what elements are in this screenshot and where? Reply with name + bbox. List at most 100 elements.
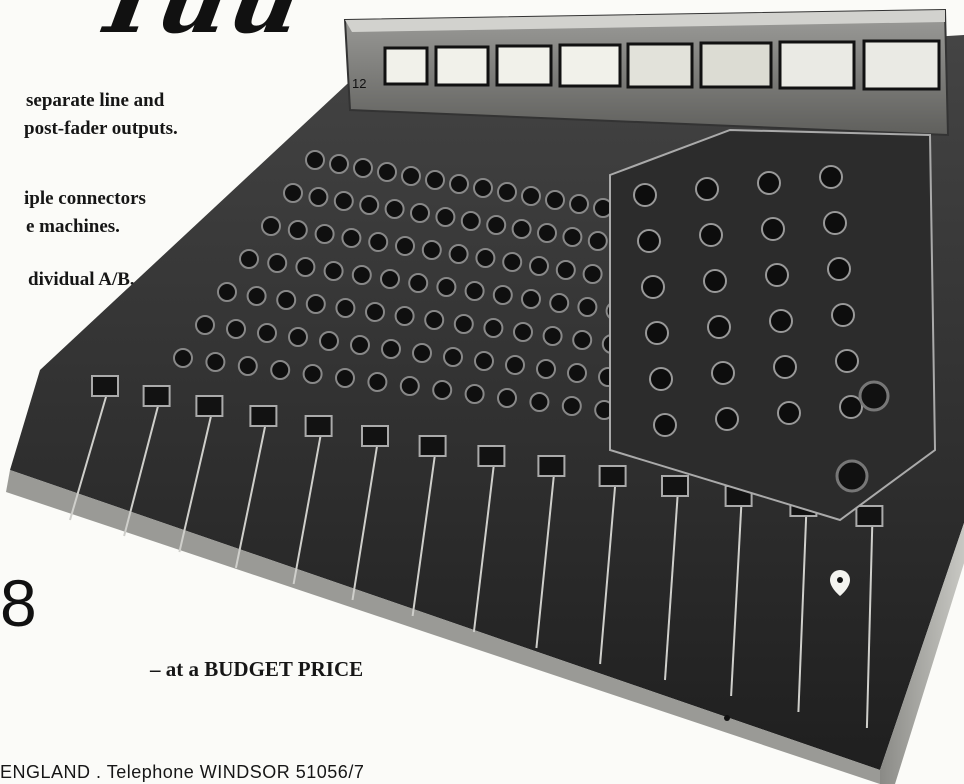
channel-knob (502, 252, 523, 272)
channel-knob (483, 318, 504, 338)
channel-knob (542, 326, 563, 346)
channel-knob (367, 372, 388, 392)
group-knob (765, 263, 789, 287)
vu-meter (699, 41, 773, 89)
channel-knob (587, 231, 608, 251)
channel-knob (511, 219, 532, 239)
channel-knob (287, 220, 308, 240)
group-knob (645, 321, 669, 345)
channel-knob (545, 190, 565, 210)
group-knob (831, 303, 855, 327)
group-knob (711, 361, 735, 385)
channel-knob (425, 170, 445, 190)
fader-cap (361, 425, 389, 447)
channel-knob (464, 384, 485, 404)
tagline: – at a BUDGET PRICE (150, 657, 364, 681)
vu-meter (626, 42, 694, 89)
channel-knob (395, 236, 415, 256)
channel-knob (486, 215, 507, 235)
group-knob (761, 217, 785, 241)
pan-knob (835, 459, 869, 493)
group-knob (769, 309, 793, 333)
channel-knob (351, 265, 372, 285)
channel-knob (521, 289, 541, 309)
channel-knob (572, 330, 593, 350)
channel-knob (368, 232, 389, 252)
channel-knob (237, 356, 258, 376)
channel-knob (412, 343, 432, 363)
channel-knob (424, 310, 445, 330)
channel-knob (474, 351, 494, 371)
channel-knob (505, 355, 525, 375)
channel-knob (567, 363, 587, 383)
group-knob (695, 177, 719, 201)
channel-knob (205, 352, 226, 372)
channel-knob (380, 269, 400, 289)
group-knob (707, 315, 731, 339)
channel-knob (577, 297, 598, 317)
channel-knob (335, 368, 355, 388)
channel-knob (350, 335, 370, 355)
channel-knob (537, 223, 557, 243)
channel-knob (173, 348, 193, 368)
contact-address: ENGLAND . Telephone WINDSOR 51056/7 (0, 762, 365, 782)
fader-cap (537, 455, 566, 477)
channel-knob (239, 249, 259, 269)
meter-panel-label: 12 (352, 76, 366, 91)
channel-knob (295, 257, 316, 277)
group-knob (637, 229, 661, 253)
channel-knob (353, 158, 373, 178)
channel-knob (473, 178, 493, 198)
channel-knob (435, 207, 456, 227)
channel-knob (448, 244, 469, 264)
channel-knob (453, 314, 474, 334)
channel-knob (497, 182, 517, 202)
channel-knob (582, 264, 603, 284)
fader-cap (855, 505, 884, 527)
group-knob (649, 367, 673, 391)
group-knob (773, 355, 797, 379)
group-knob (777, 401, 801, 425)
channel-knob (384, 199, 405, 219)
fader-cap (598, 465, 627, 487)
vu-meter (383, 46, 429, 86)
channel-knob (449, 174, 469, 194)
fader-cap (418, 435, 447, 457)
group-knob (823, 211, 847, 235)
group-knob (633, 183, 657, 207)
channel-knob (410, 203, 430, 223)
channel-knob (381, 339, 401, 359)
channel-knob (226, 319, 246, 339)
channel-knob (302, 364, 323, 384)
vu-meter (495, 44, 553, 87)
channel-knob (529, 392, 550, 412)
master-knob (858, 380, 890, 412)
fader-cap (661, 475, 689, 497)
vu-meter (434, 45, 490, 87)
channel-knob (270, 360, 291, 380)
channel-knob (421, 240, 442, 260)
channel-knob (377, 162, 397, 182)
channel-knob (561, 396, 582, 416)
channel-knob (305, 150, 325, 170)
channel-knob (267, 253, 288, 273)
channel-knob (436, 277, 457, 297)
channel-knob (492, 285, 513, 305)
channel-knob (460, 211, 481, 231)
group-knob (715, 407, 739, 431)
group-knob (703, 269, 727, 293)
channel-knob (569, 194, 589, 214)
channel-knob (408, 273, 429, 293)
fader-cap (249, 405, 278, 427)
channel-knob (365, 302, 385, 322)
channel-knob (335, 298, 356, 318)
channel-knob (555, 260, 576, 280)
fader-cap (304, 415, 333, 437)
location-marker-dot (837, 577, 843, 583)
vu-meter (778, 40, 856, 90)
fader-cap (477, 445, 506, 467)
channel-knob (308, 187, 329, 207)
channel-knob (305, 294, 326, 314)
group-knob (641, 275, 665, 299)
group-knob (653, 413, 677, 437)
